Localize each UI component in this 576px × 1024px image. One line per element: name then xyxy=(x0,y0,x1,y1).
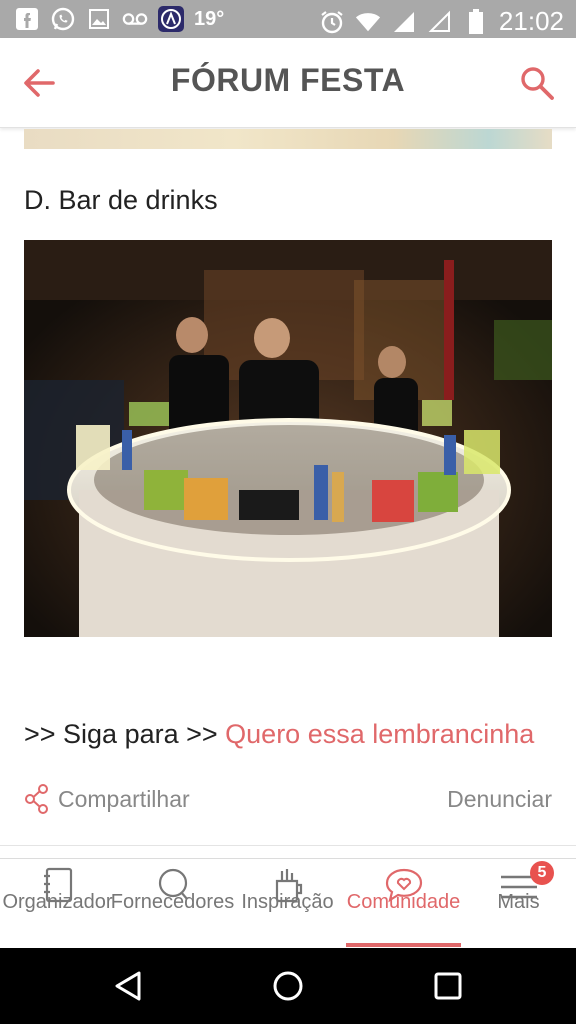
signal-icon xyxy=(391,9,417,35)
nav-back-button[interactable] xyxy=(106,966,150,1006)
app-bar: FÓRUM FESTA xyxy=(0,38,576,128)
voicemail-icon xyxy=(122,6,148,32)
share-icon xyxy=(25,784,48,814)
page-title: FÓRUM FESTA xyxy=(170,62,406,98)
report-button[interactable]: Denunciar xyxy=(447,786,552,813)
search-icon xyxy=(521,67,554,100)
status-left: 19° xyxy=(14,6,224,32)
share-button[interactable]: Compartilhar xyxy=(24,784,190,814)
active-tab-indicator xyxy=(346,943,461,947)
nav-home-icon xyxy=(273,971,303,1001)
nav-recents-icon xyxy=(434,972,462,1000)
share-label: Compartilhar xyxy=(58,785,190,812)
tab-inspiracao[interactable]: Inspiração xyxy=(230,859,345,949)
tab-comunidade[interactable]: Comunidade xyxy=(346,859,461,949)
tab-mais[interactable]: 5 Mais xyxy=(461,859,576,949)
bottom-tab-bar: Organizador Fornecedores Inspiração Comu… xyxy=(0,858,576,948)
bar-photo-illustration xyxy=(24,240,552,637)
tab-fornecedores[interactable]: Fornecedores xyxy=(111,859,234,949)
tab-label: Comunidade xyxy=(346,891,461,913)
nav-recents-button[interactable] xyxy=(426,966,470,1006)
battery-icon xyxy=(463,8,489,35)
search-button[interactable] xyxy=(516,62,558,104)
bar-photo[interactable] xyxy=(24,240,552,637)
nav-home-button[interactable] xyxy=(266,966,310,1006)
tab-label: Mais xyxy=(497,891,540,913)
tab-label: Fornecedores xyxy=(110,891,235,913)
next-prefix: >> Siga para >> xyxy=(24,719,226,749)
signal-empty-icon xyxy=(427,9,453,35)
tab-label: Inspiração xyxy=(241,891,334,913)
temperature-text: 19° xyxy=(194,7,225,30)
wifi-icon xyxy=(355,9,381,35)
system-nav-bar xyxy=(0,948,576,1024)
post-content: D. Bar de drinks >> Siga para >> Quero e… xyxy=(0,129,576,858)
whatsapp-icon xyxy=(50,6,76,32)
next-post-line: >> Siga para >> Quero essa lembrancinha xyxy=(24,719,534,750)
previous-photo xyxy=(24,129,552,149)
tab-label: Organizador xyxy=(2,891,113,913)
nav-back-icon xyxy=(115,971,141,1001)
image-icon xyxy=(86,6,112,32)
app-icon xyxy=(158,6,184,32)
status-right: 21:02 xyxy=(319,6,564,37)
status-bar: 19° 21:02 xyxy=(0,0,576,38)
clock-text: 21:02 xyxy=(498,6,564,36)
alarm-icon xyxy=(319,9,345,35)
tab-organizador[interactable]: Organizador xyxy=(0,859,115,949)
divider xyxy=(0,845,576,846)
section-heading: D. Bar de drinks xyxy=(24,185,218,215)
facebook-icon xyxy=(14,6,40,32)
notification-badge: 5 xyxy=(530,861,554,885)
next-post-link[interactable]: Quero essa lembrancinha xyxy=(225,719,534,749)
